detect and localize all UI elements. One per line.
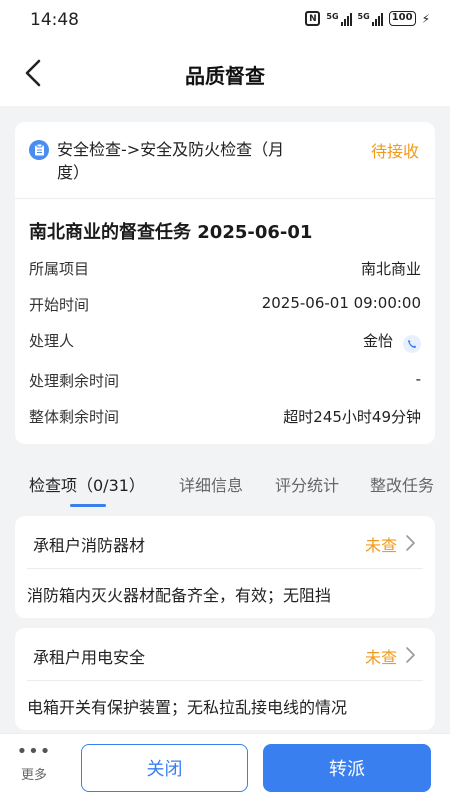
task-title: 南北商业的督查任务 2025-06-01 [29,222,313,243]
field-value: 超时245小时49分钟 [283,408,421,426]
check-item-card[interactable]: 承租户消防器材 未查 消防箱内灭火器材配备齐全，有效；无阻挡 [15,516,435,618]
chevron-right-icon [406,535,415,551]
field-label: 整体剩余时间 [29,408,120,426]
check-item-card[interactable]: 承租户用电安全 未查 电箱开关有保护装置；无私拉乱接电线的情况 [15,628,435,730]
divider [27,568,423,569]
nfc-icon: N [305,11,321,26]
tab-score-stats[interactable]: 评分统计 [275,472,339,496]
field-label: 处理剩余时间 [29,372,120,390]
task-path-row: 安全检查->安全及防火检查（月度） 待接收 [29,138,419,186]
task-info-card: 安全检查->安全及防火检查（月度） 待接收 南北商业的督查任务 2025-06-… [15,122,435,444]
chevron-right-icon [406,647,415,663]
field-label: 处理人 [29,332,75,350]
handler-value: 金怡 [363,330,421,353]
status-time: 14:48 [30,10,79,30]
bottom-action-bar: ••• 更多 关闭 转派 [0,733,450,800]
check-item-name: 承租户消防器材 [33,536,146,555]
field-handler: 处理人 金怡 [29,330,421,354]
battery-icon: 100 [388,11,416,26]
charging-icon: ⚡ [421,11,430,26]
field-label: 开始时间 [29,296,90,314]
tab-indicator [70,504,106,507]
phone-icon[interactable] [403,335,421,353]
field-handle-remaining: 处理剩余时间 - [29,370,421,394]
more-dots-icon: ••• [16,741,52,762]
field-overall-remaining: 整体剩余时间 超时245小时49分钟 [29,406,421,430]
document-icon [29,140,49,160]
field-value: 南北商业 [360,260,421,278]
check-item-description: 电箱开关有保护装置；无私拉乱接电线的情况 [27,698,348,717]
more-button[interactable]: ••• 更多 [14,741,54,784]
more-label: 更多 [20,768,47,783]
status-bar: 14:48 N 5G 5G 100 ⚡ [0,0,450,40]
signal-icon: 5G [326,12,352,26]
field-value: - [415,370,421,388]
close-button[interactable]: 关闭 [81,744,248,792]
nav-bar: 品质督查 [0,40,450,106]
field-start-time: 开始时间 2025-06-01 09:00:00 [29,294,421,318]
field-project: 所属项目 南北商业 [29,258,421,282]
status-icons: N 5G 5G 100 ⚡ [305,11,430,26]
status-badge: 待接收 [370,142,419,161]
divider [15,198,435,199]
tab-details[interactable]: 详细信息 [179,472,243,496]
tab-check-items[interactable]: 检查项（0/31） [29,472,145,496]
tab-bar: 检查项（0/31） 详细信息 评分统计 整改任务 [0,456,450,510]
page-title: 品质督查 [185,64,265,88]
field-value: 2025-06-01 09:00:00 [261,294,421,312]
signal-icon-2: 5G [358,12,383,26]
check-item-status: 未查 [364,536,397,555]
check-item-name: 承租户用电安全 [33,648,146,667]
task-category-path: 安全检查->安全及防火检查（月度） [57,140,285,182]
field-value: 金怡 [362,332,393,350]
tab-rectification[interactable]: 整改任务 [370,472,434,496]
check-item-description: 消防箱内灭火器材配备齐全，有效；无阻挡 [27,586,332,605]
transfer-button[interactable]: 转派 [263,744,431,792]
check-item-status: 未查 [364,648,397,667]
divider [27,680,423,681]
field-label: 所属项目 [29,260,90,278]
